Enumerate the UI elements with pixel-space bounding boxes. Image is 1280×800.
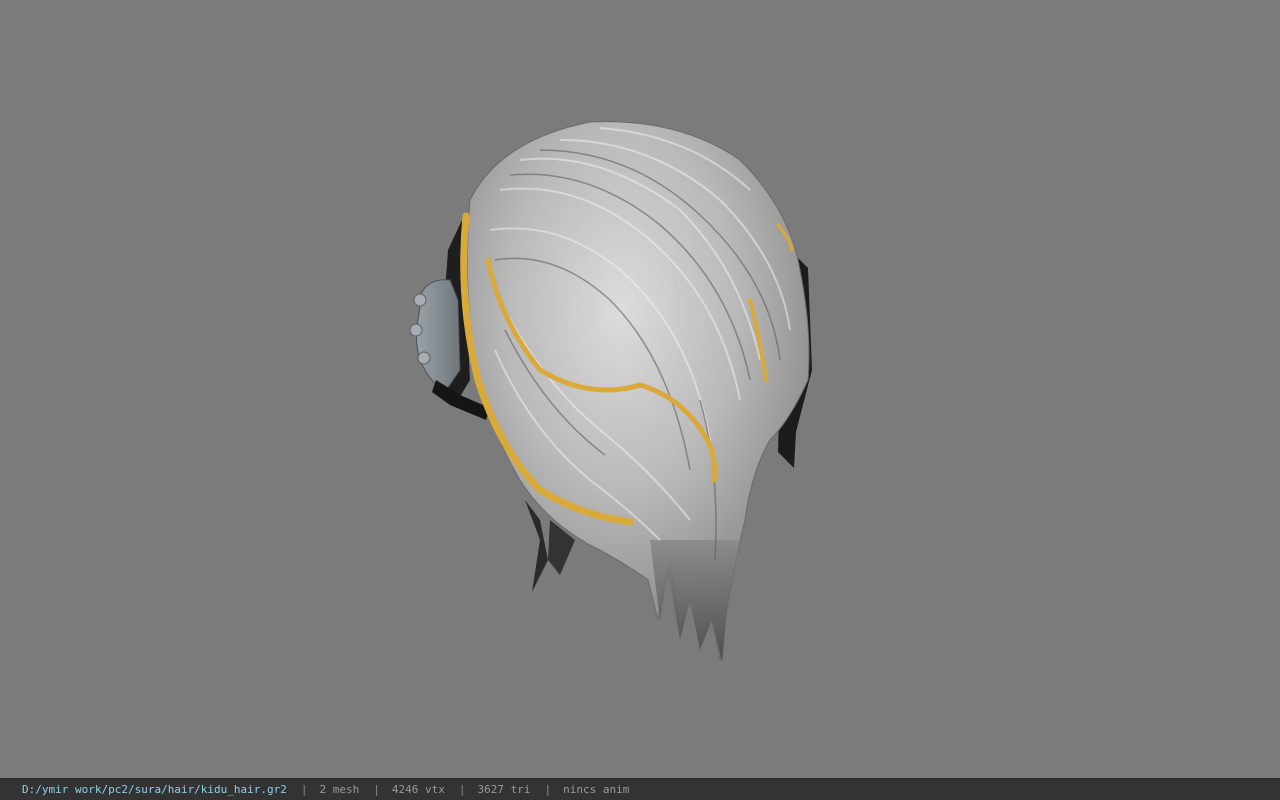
- separator: |: [544, 783, 552, 796]
- separator: |: [458, 783, 466, 796]
- mesh-count: 2 mesh: [319, 783, 360, 796]
- hair-mass: [466, 121, 810, 661]
- vertex-count: 4246 vtx: [391, 783, 445, 796]
- anim-status: nincs anim: [563, 783, 630, 796]
- triangle-count: 3627 tri: [477, 783, 531, 796]
- model-viewport[interactable]: [0, 0, 1280, 778]
- separator: |: [373, 783, 380, 796]
- file-path: D:/ymir work/pc2/sura/hair/kidu_hair.gr2: [22, 783, 287, 796]
- separator: |: [300, 783, 308, 796]
- hair-model-render[interactable]: [0, 0, 1280, 778]
- status-bar: D:/ymir work/pc2/sura/hair/kidu_hair.gr2…: [0, 778, 1280, 800]
- hair-tips: [650, 540, 740, 662]
